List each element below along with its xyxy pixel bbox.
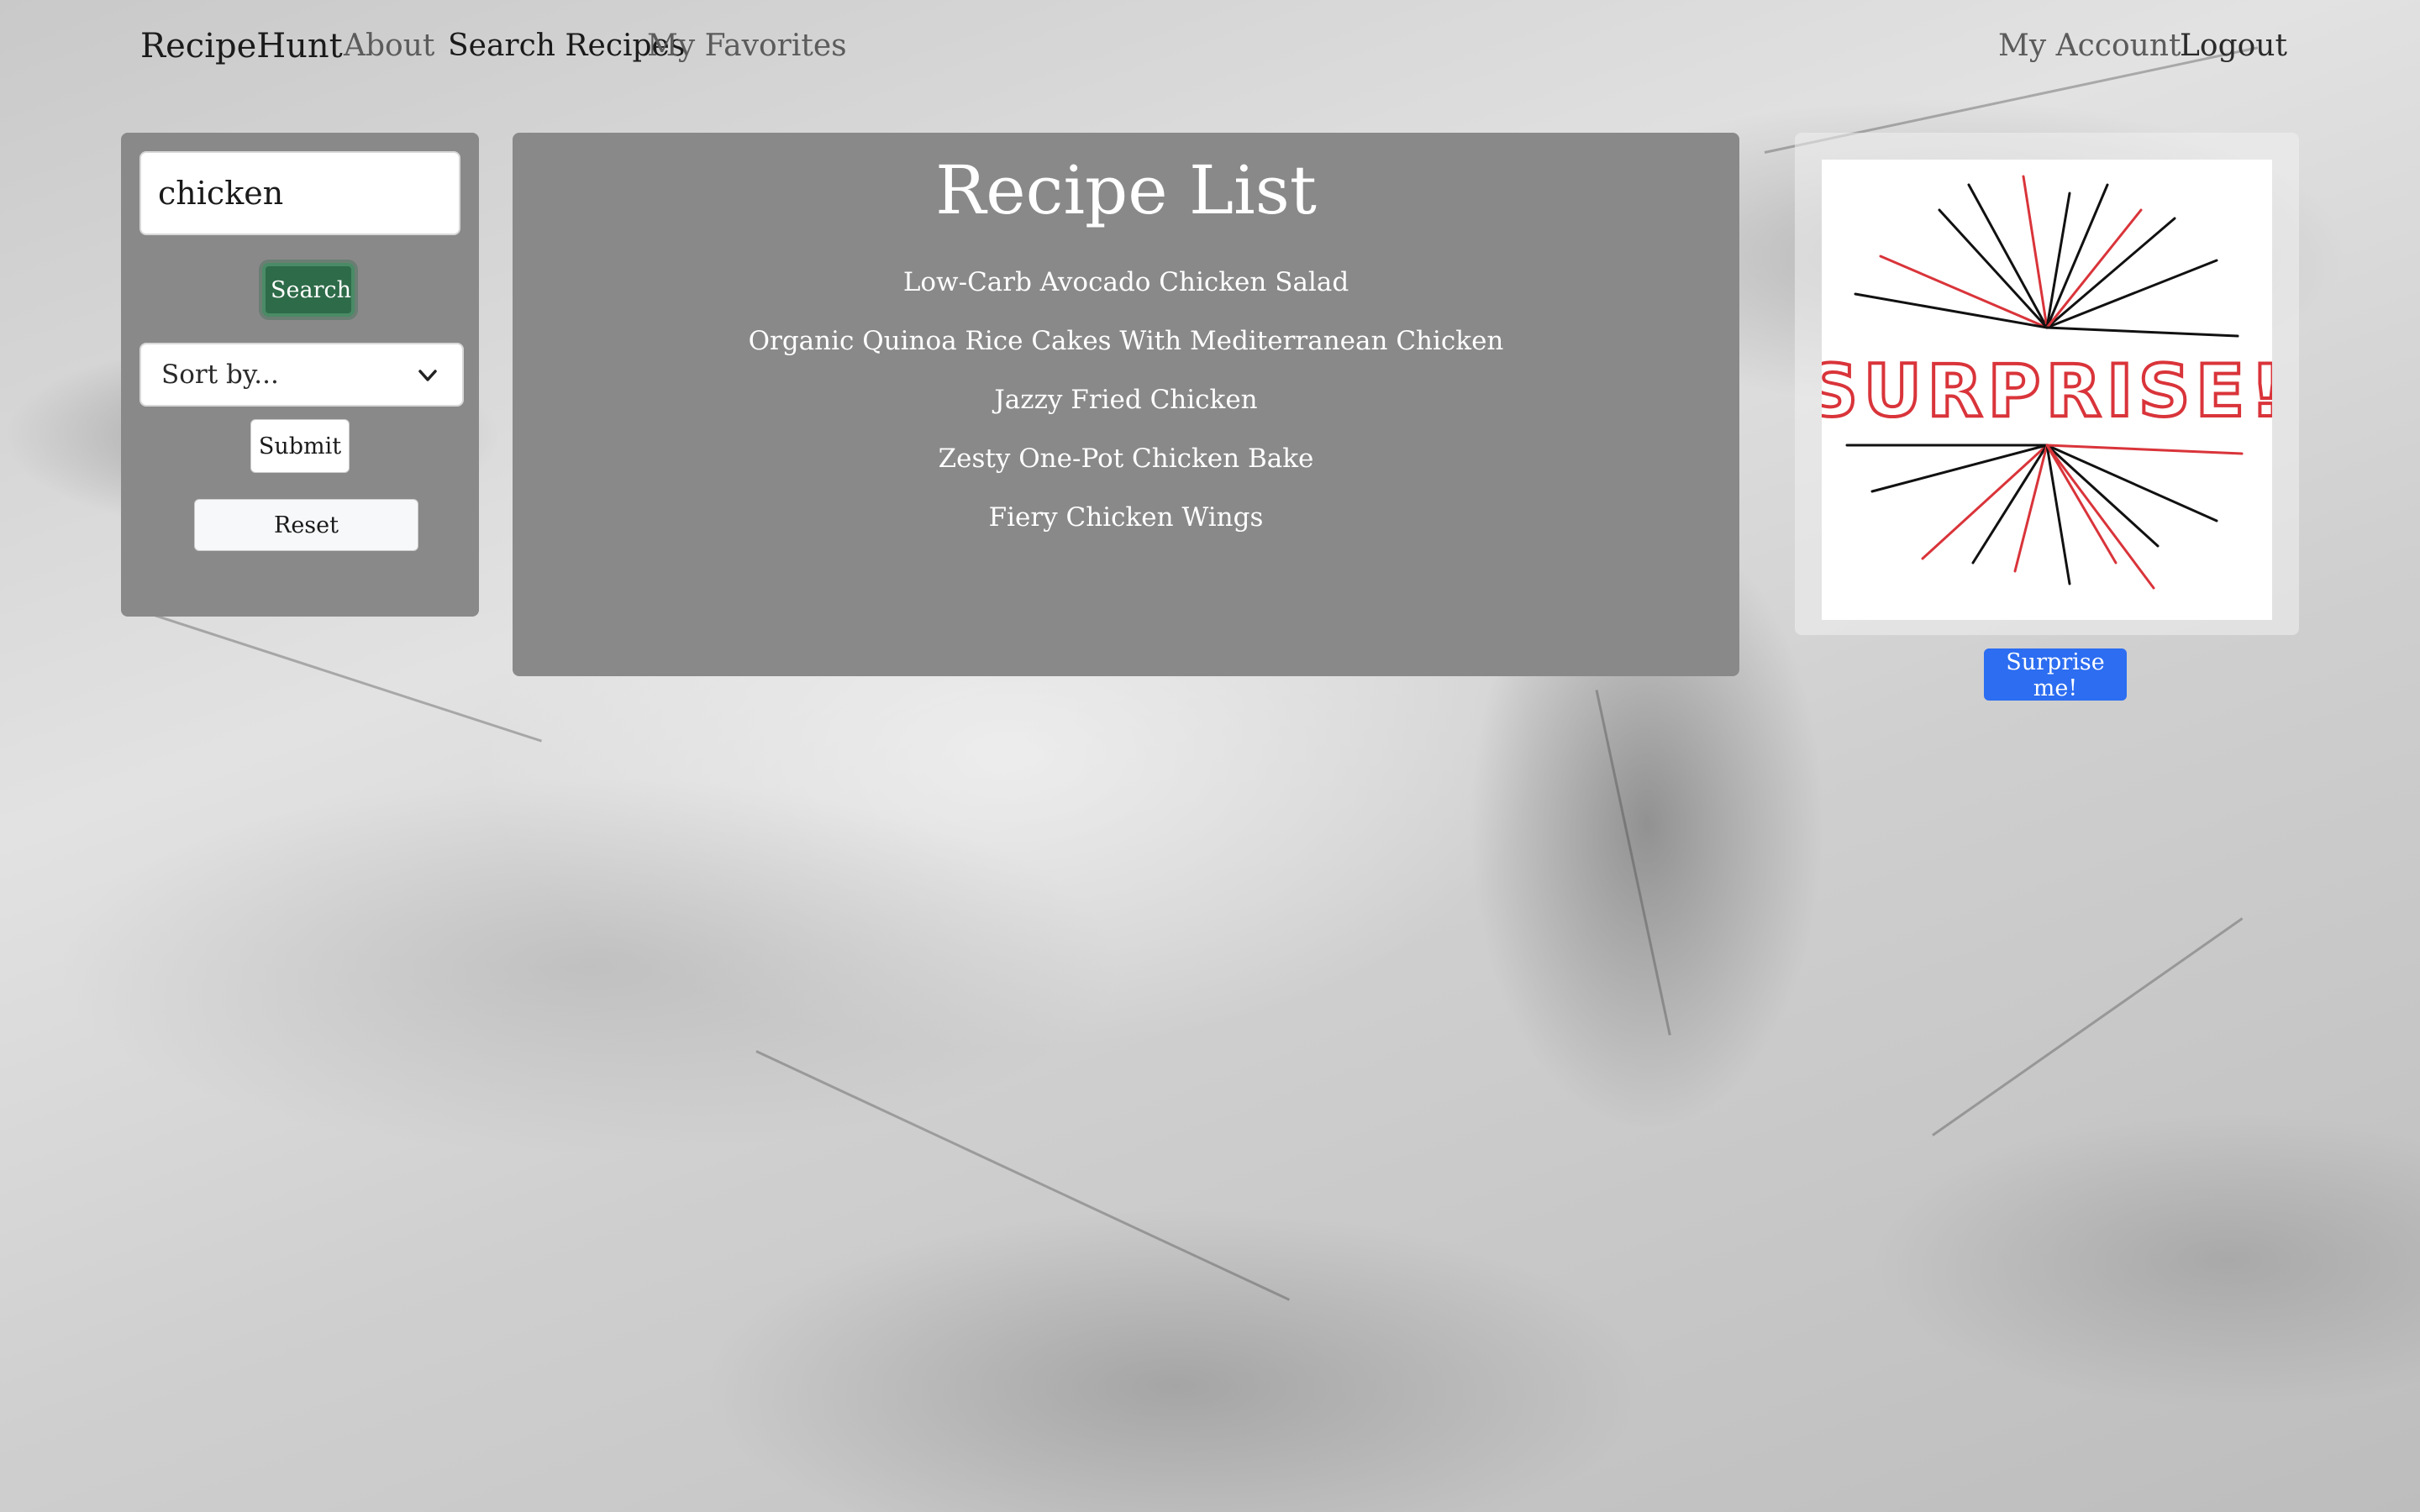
nav-my-favorites-link[interactable]: My Favorites [647,29,847,63]
sort-select[interactable]: Sort by... [139,343,464,407]
nav-about-link[interactable]: About [344,29,434,63]
chevron-down-icon [417,365,439,390]
submit-button[interactable]: Submit [250,419,350,473]
surprise-burst-illustration: SURPRISE! [1804,175,2285,590]
recipe-list-item[interactable]: Low-Carb Avocado Chicken Salad [513,267,1739,326]
nav-my-account-link[interactable]: My Account [1998,29,2181,63]
sort-select-label: Sort by... [161,360,279,390]
background-vein [1932,917,2244,1137]
recipe-list-item[interactable]: Zesty One-Pot Chicken Bake [513,444,1739,502]
page-title: Recipe List [935,151,1317,229]
surprise-image-text: SURPRISE! [1822,349,2272,433]
search-button[interactable]: Search [262,263,355,317]
reset-button[interactable]: Reset [194,499,418,551]
surprise-image: SURPRISE! [1804,160,2285,620]
background-vein [755,1050,1291,1301]
recipe-list-item[interactable]: Jazzy Fried Chicken [513,385,1739,444]
recipe-list-item[interactable]: Organic Quinoa Rice Cakes With Mediterra… [513,326,1739,385]
brand-logo[interactable]: RecipeHunt [140,27,343,66]
search-input[interactable] [139,151,460,235]
top-navbar: RecipeHunt About Search Recipes My Favor… [0,0,2420,101]
recipe-list: Low-Carb Avocado Chicken Salad Organic Q… [513,267,1739,561]
background-vein [1595,690,1671,1036]
recipe-list-item[interactable]: Fiery Chicken Wings [513,502,1739,561]
nav-logout-link[interactable]: Logout [2180,29,2287,63]
background-vein [125,605,543,743]
surprise-me-button[interactable]: Surprise me! [1984,648,2127,701]
